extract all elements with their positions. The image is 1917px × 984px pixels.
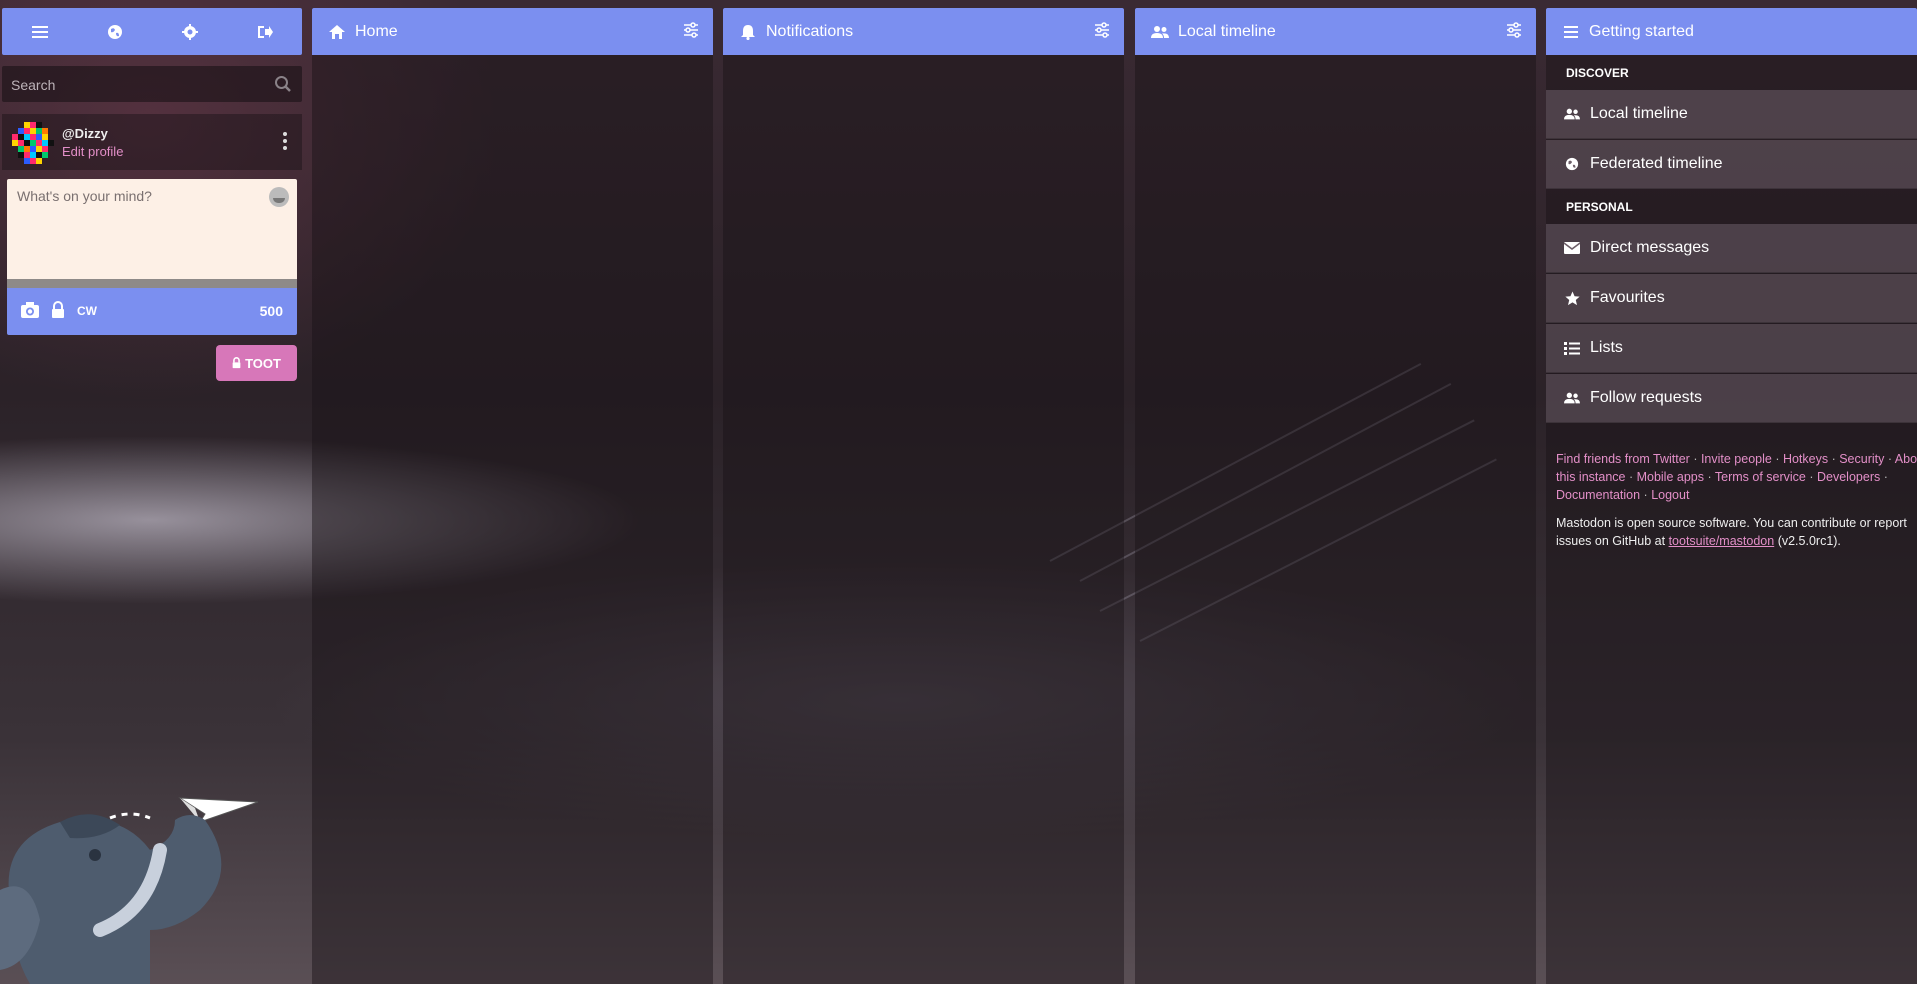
drawer-header (2, 8, 302, 55)
search-box (2, 66, 302, 104)
mascot-illustration (0, 797, 259, 984)
nav-item-label: Direct messages (1590, 239, 1710, 256)
content-warning-button[interactable]: CW (77, 304, 97, 318)
version-text: (v2.5.0rc1). (1777, 534, 1841, 548)
column-title: Home (355, 22, 398, 40)
search-input[interactable] (2, 66, 263, 104)
list-icon (1564, 340, 1580, 356)
github-link[interactable]: tootsuite/mastodon (1669, 534, 1775, 548)
column-title: Getting started (1589, 22, 1694, 40)
section-heading-personal: PERSONAL (1566, 200, 1633, 214)
footer-links: Find friends from Twitter · Invite peopl… (1556, 450, 1917, 504)
home-icon (328, 23, 346, 41)
lock-icon[interactable] (51, 301, 65, 324)
compose-form: CW 500 (7, 179, 297, 335)
home-column-header[interactable]: Home (312, 8, 713, 55)
link-invite-people[interactable]: Invite people (1701, 452, 1772, 466)
nav-item-label: Federated timeline (1590, 155, 1723, 172)
compose-textarea[interactable] (7, 179, 297, 279)
getting-started-column: Getting started DISCOVER Local timeline … (1546, 8, 1917, 984)
camera-icon[interactable] (20, 301, 40, 324)
globe-icon (1564, 156, 1580, 172)
local-timeline-column-header[interactable]: Local timeline (1135, 8, 1536, 55)
nav-item-label: Lists (1590, 339, 1623, 356)
edit-profile-link[interactable]: Edit profile (62, 144, 123, 159)
drawer: @Dizzy Edit profile CW 500 TOOT (0, 0, 309, 984)
account-panel: @Dizzy Edit profile (2, 114, 302, 170)
link-security[interactable]: Security (1839, 452, 1884, 466)
link-developers[interactable]: Developers (1817, 470, 1880, 484)
column-settings-icon[interactable] (1094, 22, 1110, 43)
envelope-icon (1564, 240, 1580, 256)
about-text: Mastodon is open source software. You ca… (1556, 514, 1917, 550)
compose-divider (7, 279, 297, 288)
column-title: Local timeline (1178, 22, 1276, 40)
lock-icon (232, 357, 241, 369)
menu-icon (1562, 23, 1580, 41)
nav-item-lists[interactable]: Lists (1546, 324, 1917, 373)
getting-started-column-header[interactable]: Getting started (1546, 8, 1917, 55)
globe-icon[interactable] (95, 12, 135, 52)
link-documentation[interactable]: Documentation (1556, 488, 1640, 502)
sign-out-icon[interactable] (245, 12, 285, 52)
users-icon (1564, 390, 1580, 406)
column-settings-icon[interactable] (1506, 22, 1522, 43)
nav-item-follow-requests[interactable]: Follow requests (1546, 374, 1917, 423)
bell-icon (739, 23, 757, 41)
nav-item-favourites[interactable]: Favourites (1546, 274, 1917, 323)
home-column: Home (312, 8, 713, 984)
nav-item-label: Follow requests (1590, 389, 1703, 406)
account-menu-icon[interactable] (280, 130, 290, 154)
nav-item-federated-timeline[interactable]: Federated timeline (1546, 140, 1917, 189)
users-icon (1151, 23, 1169, 41)
nav-item-label: Local timeline (1590, 105, 1688, 122)
nav-item-label: Favourites (1590, 289, 1665, 306)
nav-item-local-timeline[interactable]: Local timeline (1546, 90, 1917, 139)
notifications-column-header[interactable]: Notifications (723, 8, 1124, 55)
account-handle: @Dizzy (62, 126, 108, 141)
section-heading-discover: DISCOVER (1566, 66, 1629, 80)
link-logout[interactable]: Logout (1651, 488, 1689, 502)
menu-icon[interactable] (20, 12, 60, 52)
gear-icon[interactable] (170, 12, 210, 52)
link-hotkeys[interactable]: Hotkeys (1783, 452, 1828, 466)
column-settings-icon[interactable] (683, 22, 699, 43)
link-terms-of-service[interactable]: Terms of service (1715, 470, 1806, 484)
notifications-column: Notifications (723, 8, 1124, 984)
emoji-picker-icon[interactable] (269, 187, 289, 207)
link-find-friends[interactable]: Find friends from Twitter (1556, 452, 1690, 466)
toot-label: TOOT (245, 355, 281, 371)
compose-toolbar: CW 500 (7, 288, 297, 335)
character-counter: 500 (259, 303, 283, 319)
link-mobile-apps[interactable]: Mobile apps (1637, 470, 1704, 484)
users-icon (1564, 106, 1580, 122)
nav-item-direct-messages[interactable]: Direct messages (1546, 224, 1917, 273)
star-icon (1564, 290, 1580, 306)
avatar[interactable] (12, 122, 54, 164)
search-icon[interactable] (274, 75, 292, 98)
column-title: Notifications (766, 22, 854, 40)
local-timeline-column: Local timeline (1135, 8, 1536, 984)
toot-button[interactable]: TOOT (216, 345, 297, 381)
